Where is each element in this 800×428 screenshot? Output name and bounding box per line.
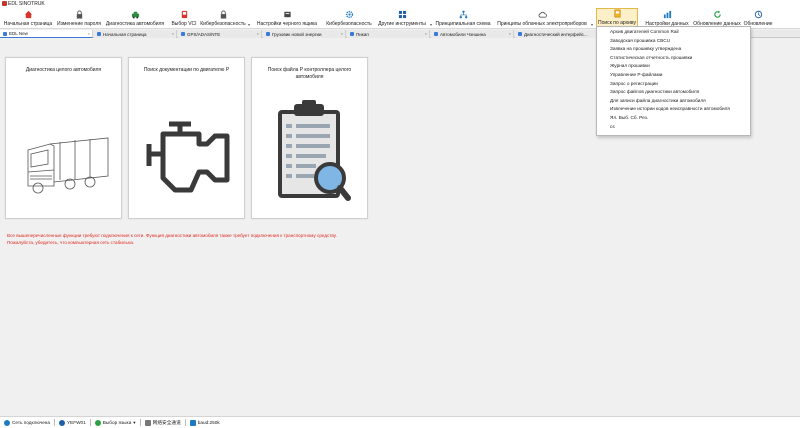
vci-device-icon [181, 10, 187, 19]
tab-diagnostic-interface[interactable]: Диагностический интерфейс... [515, 30, 597, 38]
menu-item-firmware-statistics[interactable]: Статистическая отчетность прошивки [597, 54, 750, 63]
tab-icon [350, 32, 354, 36]
menu-item-diagnostic-file-record[interactable]: Для записи файла диагностики автомобиля [597, 97, 750, 106]
tab-icon [181, 32, 185, 36]
schematic-icon [459, 10, 467, 19]
gear-icon [345, 10, 353, 19]
app-logo-icon [2, 1, 7, 6]
tab-chengshin-vehicles[interactable]: Автомобили Чэншина × [431, 30, 514, 38]
dropdown-arrow-icon[interactable]: ▾ [248, 22, 250, 27]
vehicle-diagnostics-button[interactable]: Диагностика автомобиля [104, 8, 166, 29]
close-icon[interactable]: × [425, 31, 427, 36]
tab-edl-new[interactable]: EDL New × [0, 30, 93, 38]
close-icon[interactable]: × [341, 31, 343, 36]
tab-icon [266, 32, 270, 36]
globe-icon [94, 419, 101, 426]
other-tools-button[interactable]: Другие инструменты [376, 8, 428, 29]
security-channel-icon [144, 419, 151, 426]
tab-home[interactable]: Начальная страница × [94, 30, 177, 38]
close-icon[interactable]: × [172, 31, 174, 36]
card-controller-file-search[interactable]: Поиск файла P контроллера целого автомоб… [251, 57, 368, 219]
tab-new-energy-truck[interactable]: Грузовик новой энергии × [263, 30, 346, 38]
title-bar: EDL SINOTRUK [0, 0, 800, 8]
divider [54, 419, 56, 426]
menu-item-results[interactable]: Ял. Выб. Сб. Рез. [597, 114, 750, 123]
baud-icon [189, 419, 196, 426]
chevron-down-icon: ▾ [133, 419, 136, 425]
network-notice: Все вышеперечисленные функции требуют по… [7, 233, 337, 245]
home-button[interactable]: Начальная страница [2, 8, 54, 29]
language-select[interactable]: Выбор языка ▾ [94, 419, 136, 426]
lock-icon [76, 10, 82, 19]
vci-status: YEFW01 [59, 419, 86, 426]
tab-icon [97, 32, 101, 36]
menu-item-fault-code-history[interactable]: Извлечение истории кодов неисправности а… [597, 105, 750, 114]
divider [89, 419, 91, 426]
baud-rate: baud:250k [189, 419, 220, 426]
change-password-button[interactable]: Изменение пароля [56, 8, 102, 29]
network-status: Сеть подключена [4, 419, 50, 426]
card-title: Поиск документации по двигателю P [143, 67, 230, 73]
menu-item-common-rail-archive[interactable]: Архив двигателей Common Rail [597, 28, 750, 37]
menu-item-firmware-log[interactable]: Журнал прошивки [597, 62, 750, 71]
dropdown-arrow-icon[interactable]: ▾ [430, 22, 432, 27]
menu-item-diagnostic-files-request[interactable]: Запрос файлов диагностики автомобиля [597, 88, 750, 97]
card-title: Поиск файла P контроллера целого автомоб… [267, 67, 352, 80]
clipboard-search-icon [278, 100, 351, 201]
engine-icon [146, 121, 230, 193]
menu-item-registration-request[interactable]: Запрос о регистрации [597, 80, 750, 89]
archive-search-icon [614, 9, 620, 18]
tab-icon [3, 31, 7, 36]
refresh-icon [713, 10, 721, 18]
security-channel-status: 网络安全通道 [144, 419, 181, 426]
menu-item-cbcu-factory-firmware[interactable]: Заводская прошивка CBCU [597, 37, 750, 46]
tab-icon [434, 32, 438, 36]
data-settings-icon [663, 10, 671, 19]
menu-item-p-file-management[interactable]: Управление P-файлами [597, 71, 750, 80]
menu-item-cs[interactable]: cs [597, 123, 750, 132]
window-title: EDL SINOTRUK [8, 1, 45, 7]
menu-item-firmware-request-approved[interactable]: Заявка на прошивку утверждена [597, 45, 750, 54]
divider [184, 419, 186, 426]
black-box-settings-button[interactable]: Настройки черного ящика [254, 8, 320, 29]
dropdown-arrow-icon[interactable]: ▾ [591, 22, 593, 27]
home-icon [24, 10, 32, 19]
tab-icon [518, 32, 522, 36]
update-icon [754, 10, 762, 19]
truck-icon [27, 137, 109, 194]
card-engine-documentation[interactable]: Поиск документации по двигателю P [128, 57, 245, 219]
grid-icon [398, 10, 406, 19]
close-icon[interactable]: × [509, 31, 511, 36]
black-box-icon [283, 11, 291, 18]
car-diagnostics-icon [131, 11, 139, 19]
cloud-icon [538, 11, 547, 18]
network-icon [4, 419, 10, 426]
tab-gps-adas-nte[interactable]: GPS/ADAS/NTE × [178, 30, 262, 38]
schematic-button[interactable]: Принципиальная схема [434, 8, 492, 29]
card-vehicle-diagnostics[interactable]: Диагностика целого автомобиля [5, 57, 122, 219]
close-icon[interactable]: × [88, 31, 90, 36]
close-icon[interactable]: × [257, 31, 259, 36]
select-vci-button[interactable]: Выбор VCI [170, 8, 198, 29]
cybersecurity-button[interactable]: Кибербезопасность [200, 8, 246, 29]
lock-icon [220, 10, 226, 19]
archive-search-menu: Архив двигателей Common Rail Заводская п… [596, 26, 751, 136]
status-bar: Сеть подключена YEFW01 Выбор языка ▾ 网络安… [0, 416, 800, 428]
cloud-appliances-button[interactable]: Принципы облачных электроприборов [494, 8, 590, 29]
tab-pickup[interactable]: Пикап × [347, 30, 430, 38]
card-title: Диагностика целого автомобиля [25, 67, 102, 73]
vci-icon [59, 419, 66, 426]
divider [139, 419, 141, 426]
cybersecurity-gear-button[interactable]: Кибербезопасность [324, 8, 374, 29]
